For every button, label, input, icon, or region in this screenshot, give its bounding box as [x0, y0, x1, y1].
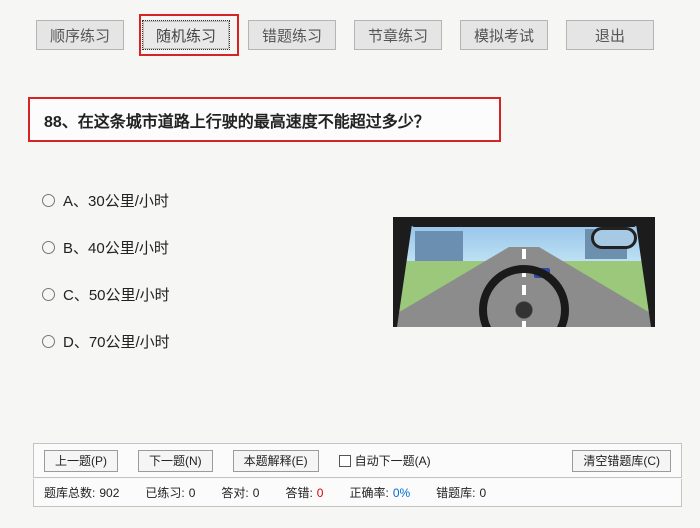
nav-label: 顺序练习	[50, 25, 110, 46]
radio-icon	[42, 241, 55, 254]
stat-value: 0	[317, 486, 324, 500]
status-bar: 题库总数: 902 已练习: 0 答对: 0 答错: 0 正确率: 0% 错题库: 0	[33, 479, 682, 507]
option-label: B、40公里/小时	[63, 237, 169, 258]
option-label: A、30公里/小时	[63, 190, 169, 211]
stat-value: 0%	[393, 486, 410, 500]
nav-label: 退出	[595, 25, 625, 46]
checkbox-icon	[339, 455, 351, 467]
prev-button[interactable]: 上一题(P)	[44, 450, 118, 472]
car-roof-icon	[393, 217, 655, 227]
explain-button[interactable]: 本题解释(E)	[233, 450, 319, 472]
clear-wrong-button[interactable]: 清空错题库(C)	[572, 450, 671, 472]
nav-sequential[interactable]: 顺序练习	[36, 20, 124, 50]
next-button[interactable]: 下一题(N)	[138, 450, 213, 472]
nav-random[interactable]: 随机练习	[142, 20, 230, 50]
option-c[interactable]: C、50公里/小时	[42, 284, 170, 305]
stat-practiced: 已练习: 0	[145, 484, 195, 501]
stat-wrong: 答错: 0	[285, 484, 323, 501]
stat-correct: 答对: 0	[221, 484, 259, 501]
radio-icon	[42, 288, 55, 301]
btn-label: 本题解释(E)	[244, 452, 308, 469]
nav-label: 模拟考试	[474, 25, 534, 46]
nav-wrong[interactable]: 错题练习	[248, 20, 336, 50]
toolbar: 上一题(P) 下一题(N) 本题解释(E) 自动下一题(A) 清空错题库(C)	[33, 443, 682, 478]
radio-icon	[42, 194, 55, 207]
stat-label: 答对:	[221, 486, 248, 500]
checkbox-label: 自动下一题(A)	[355, 452, 431, 469]
stat-value: 0	[189, 486, 196, 500]
stat-label: 正确率:	[349, 486, 388, 500]
btn-label: 清空错题库(C)	[583, 452, 660, 469]
question-box: 88、在这条城市道路上行驶的最高速度不能超过多少？	[28, 97, 501, 142]
nav-chapter[interactable]: 节章练习	[354, 20, 442, 50]
stat-value: 0	[480, 486, 487, 500]
stat-value: 0	[253, 486, 260, 500]
btn-label: 上一题(P)	[55, 452, 107, 469]
nav-label: 节章练习	[368, 25, 428, 46]
stat-label: 错题库:	[436, 486, 475, 500]
question-image	[393, 217, 655, 327]
stat-label: 题库总数:	[44, 486, 95, 500]
building-icon	[415, 231, 463, 261]
stat-label: 已练习:	[145, 486, 184, 500]
nav-row: 顺序练习 随机练习 错题练习 节章练习 模拟考试 退出	[36, 20, 654, 50]
stat-value: 902	[99, 486, 119, 500]
option-d[interactable]: D、70公里/小时	[42, 331, 170, 352]
nav-mock[interactable]: 模拟考试	[460, 20, 548, 50]
nav-label: 随机练习	[156, 25, 216, 46]
option-a[interactable]: A、30公里/小时	[42, 190, 170, 211]
options-list: A、30公里/小时 B、40公里/小时 C、50公里/小时 D、70公里/小时	[42, 190, 170, 352]
stat-total: 题库总数: 902	[44, 484, 119, 501]
rearview-mirror-icon	[591, 227, 637, 249]
stat-rate: 正确率: 0%	[349, 484, 410, 501]
stat-label: 答错:	[285, 486, 312, 500]
btn-label: 下一题(N)	[149, 452, 202, 469]
nav-label: 错题练习	[262, 25, 322, 46]
option-label: C、50公里/小时	[63, 284, 170, 305]
option-label: D、70公里/小时	[63, 331, 170, 352]
auto-next-checkbox[interactable]: 自动下一题(A)	[339, 452, 431, 469]
question-text: 88、在这条城市道路上行驶的最高速度不能超过多少？	[44, 108, 430, 132]
radio-icon	[42, 335, 55, 348]
option-b[interactable]: B、40公里/小时	[42, 237, 170, 258]
stat-wronglib: 错题库: 0	[436, 484, 486, 501]
nav-exit[interactable]: 退出	[566, 20, 654, 50]
